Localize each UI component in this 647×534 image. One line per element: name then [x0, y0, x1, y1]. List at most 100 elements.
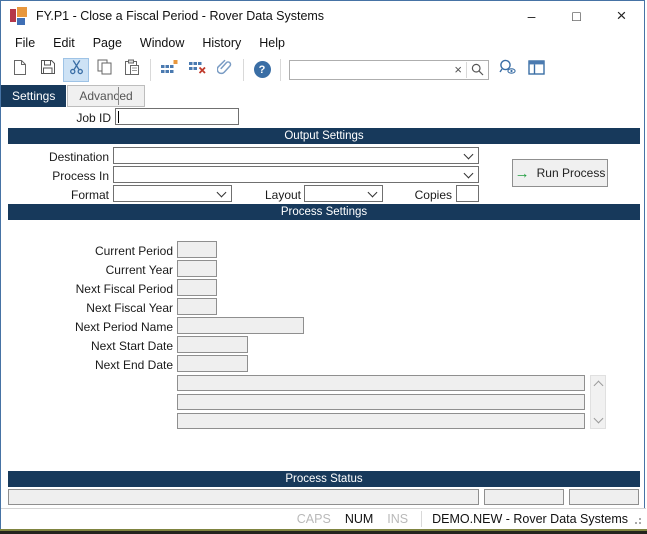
layout-label: Layout [236, 188, 301, 202]
layout-select[interactable] [304, 185, 383, 202]
destination-select[interactable] [113, 147, 479, 164]
next-period-name-label: Next Period Name [1, 320, 173, 334]
search-clear-icon[interactable]: × [450, 62, 466, 77]
save-icon [40, 59, 56, 80]
chevron-down-icon [464, 168, 474, 178]
next-end-date-label: Next End Date [1, 358, 173, 372]
next-fiscal-period-label: Next Fiscal Period [1, 282, 173, 296]
process-settings-header: Process Settings [8, 204, 640, 220]
run-arrow-icon: → [515, 166, 530, 181]
menu-history[interactable]: History [193, 33, 250, 53]
format-select[interactable] [113, 185, 232, 202]
message-scrollbar[interactable] [590, 375, 606, 429]
process-status-header: Process Status [8, 471, 640, 487]
help-button[interactable]: ? [249, 58, 275, 82]
ins-indicator: INS [387, 512, 408, 526]
next-period-name-field[interactable] [177, 317, 304, 334]
next-fiscal-year-label: Next Fiscal Year [1, 301, 173, 315]
paste-clipboard-icon [124, 59, 140, 81]
desktop-background [0, 529, 647, 534]
process-status-field [484, 489, 564, 505]
window-controls: – □ × [509, 1, 644, 31]
minimize-button[interactable]: – [509, 1, 554, 31]
insert-rows-icon [161, 60, 178, 79]
status-bar: CAPS NUM INS DEMO.NEW - Rover Data Syste… [1, 508, 646, 529]
panel-layout-button[interactable] [523, 58, 549, 82]
title-bar[interactable]: FY.P1 - Close a Fiscal Period - Rover Da… [1, 1, 644, 31]
attachment-button[interactable] [212, 58, 238, 82]
app-logo-icon [10, 7, 28, 25]
next-end-date-field[interactable] [177, 355, 248, 372]
num-indicator: NUM [345, 512, 373, 526]
chevron-down-icon [217, 187, 227, 197]
job-id-label: Job ID [1, 111, 111, 125]
menu-help[interactable]: Help [250, 33, 294, 53]
next-start-date-label: Next Start Date [1, 339, 173, 353]
process-in-select[interactable] [113, 166, 479, 183]
message-row [177, 394, 585, 410]
help-icon: ? [254, 61, 271, 78]
resize-grip[interactable] [631, 514, 641, 524]
next-fiscal-period-field[interactable] [177, 279, 217, 296]
process-status-field [8, 489, 479, 505]
scroll-up-icon[interactable] [593, 381, 603, 391]
scroll-down-icon[interactable] [593, 414, 603, 424]
destination-label: Destination [1, 150, 109, 164]
current-year-field[interactable] [177, 260, 217, 277]
paperclip-icon [217, 59, 233, 80]
job-id-input[interactable] [115, 108, 239, 125]
process-status-field [569, 489, 639, 505]
chevron-down-icon [464, 149, 474, 159]
menu-page[interactable]: Page [84, 33, 131, 53]
toolbar-separator [243, 59, 244, 81]
copy-button[interactable] [91, 58, 117, 82]
paste-button[interactable] [119, 58, 145, 82]
toolbar-separator [150, 59, 151, 81]
menu-file[interactable]: File [6, 33, 44, 53]
insert-rows-button[interactable] [156, 58, 182, 82]
menu-edit[interactable]: Edit [44, 33, 84, 53]
format-label: Format [1, 188, 109, 202]
search-icon[interactable] [467, 63, 488, 76]
new-document-button[interactable] [7, 58, 33, 82]
run-process-button[interactable]: → Run Process [512, 159, 608, 187]
process-in-label: Process In [1, 169, 109, 183]
next-start-date-field[interactable] [177, 336, 248, 353]
save-button[interactable] [35, 58, 61, 82]
run-process-label: Run Process [537, 166, 606, 180]
current-period-field[interactable] [177, 241, 217, 258]
tab-strip-divider [118, 87, 119, 105]
cut-button[interactable] [63, 58, 89, 82]
toolbar-search: × [289, 60, 489, 80]
maximize-button[interactable]: □ [554, 1, 599, 31]
close-button[interactable]: × [599, 1, 644, 31]
screen: FY.P1 - Close a Fiscal Period - Rover Da… [0, 0, 647, 534]
panel-layout-icon [528, 60, 545, 80]
cut-scissors-icon [69, 59, 84, 80]
delete-rows-icon [189, 60, 206, 79]
session-name: DEMO.NEW - Rover Data Systems [432, 512, 628, 526]
copies-input[interactable] [456, 185, 479, 202]
toolbar-separator [280, 59, 281, 81]
tab-strip: Settings Advanced [1, 85, 145, 108]
current-year-label: Current Year [1, 263, 173, 277]
lookup-button[interactable] [495, 58, 521, 82]
text-caret [118, 111, 119, 123]
tab-settings[interactable]: Settings [1, 85, 66, 107]
next-fiscal-year-field[interactable] [177, 298, 217, 315]
chevron-down-icon [368, 187, 378, 197]
new-document-icon [13, 59, 27, 81]
lookup-magnifier-eye-icon [499, 59, 517, 80]
window-title: FY.P1 - Close a Fiscal Period - Rover Da… [36, 9, 324, 23]
copies-label: Copies [386, 188, 452, 202]
caps-indicator: CAPS [297, 512, 331, 526]
search-input[interactable] [290, 61, 450, 79]
app-window: FY.P1 - Close a Fiscal Period - Rover Da… [0, 0, 645, 529]
copy-icon [97, 59, 112, 80]
menu-window[interactable]: Window [131, 33, 193, 53]
menu-bar: File Edit Page Window History Help [1, 31, 644, 54]
toolbar: ? × [1, 54, 644, 85]
tab-advanced[interactable]: Advanced [67, 85, 144, 107]
status-separator [421, 511, 422, 527]
delete-rows-button[interactable] [184, 58, 210, 82]
